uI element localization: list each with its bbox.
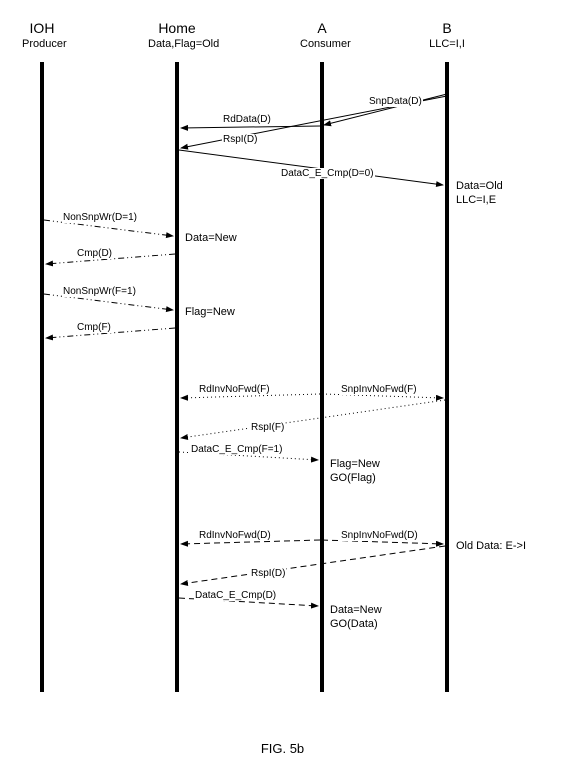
msg-datac-e-cmp-d0: DataC_E_Cmp(D=0) <box>280 168 375 179</box>
msg-datac-e-cmp-d: DataC_E_Cmp(D) <box>194 590 277 601</box>
annot-data-old: Data=Old <box>456 180 503 192</box>
msg-rddata-d: RdData(D) <box>222 114 272 125</box>
annot-data-new-home: Data=New <box>185 232 237 244</box>
msg-snpinvnofwd-f: SnpInvNoFwd(F) <box>340 384 418 395</box>
msg-snpinvnofwd-d: SnpInvNoFwd(D) <box>340 530 419 541</box>
annot-data-new-a: Data=New <box>330 604 382 616</box>
annot-flag-new-home: Flag=New <box>185 306 235 318</box>
annot-old-data-ei: Old Data: E->I <box>456 540 526 552</box>
msg-cmp-f: Cmp(F) <box>76 322 112 333</box>
figure-caption: FIG. 5b <box>0 741 565 756</box>
msg-rdinvnofwd-d: RdInvNoFwd(D) <box>198 530 272 541</box>
annot-llc-ie: LLC=I,E <box>456 194 496 206</box>
msg-datac-e-cmp-f1: DataC_E_Cmp(F=1) <box>190 444 283 455</box>
msg-rspi-d-2: RspI(D) <box>250 568 286 579</box>
annot-flag-new-a: Flag=New <box>330 458 380 470</box>
annot-go-data: GO(Data) <box>330 618 378 630</box>
annot-go-flag: GO(Flag) <box>330 472 376 484</box>
message-arrows <box>0 0 565 770</box>
msg-rspi-d-1: RspI(D) <box>222 134 258 145</box>
msg-cmp-d: Cmp(D) <box>76 248 113 259</box>
msg-nonsnpwr-d: NonSnpWr(D=1) <box>62 212 138 223</box>
msg-rspi-f: RspI(F) <box>250 422 285 433</box>
msg-nonsnpwr-f: NonSnpWr(F=1) <box>62 286 137 297</box>
msg-snpdata-d: SnpData(D) <box>368 96 423 107</box>
msg-rdinvnofwd-f: RdInvNoFwd(F) <box>198 384 271 395</box>
